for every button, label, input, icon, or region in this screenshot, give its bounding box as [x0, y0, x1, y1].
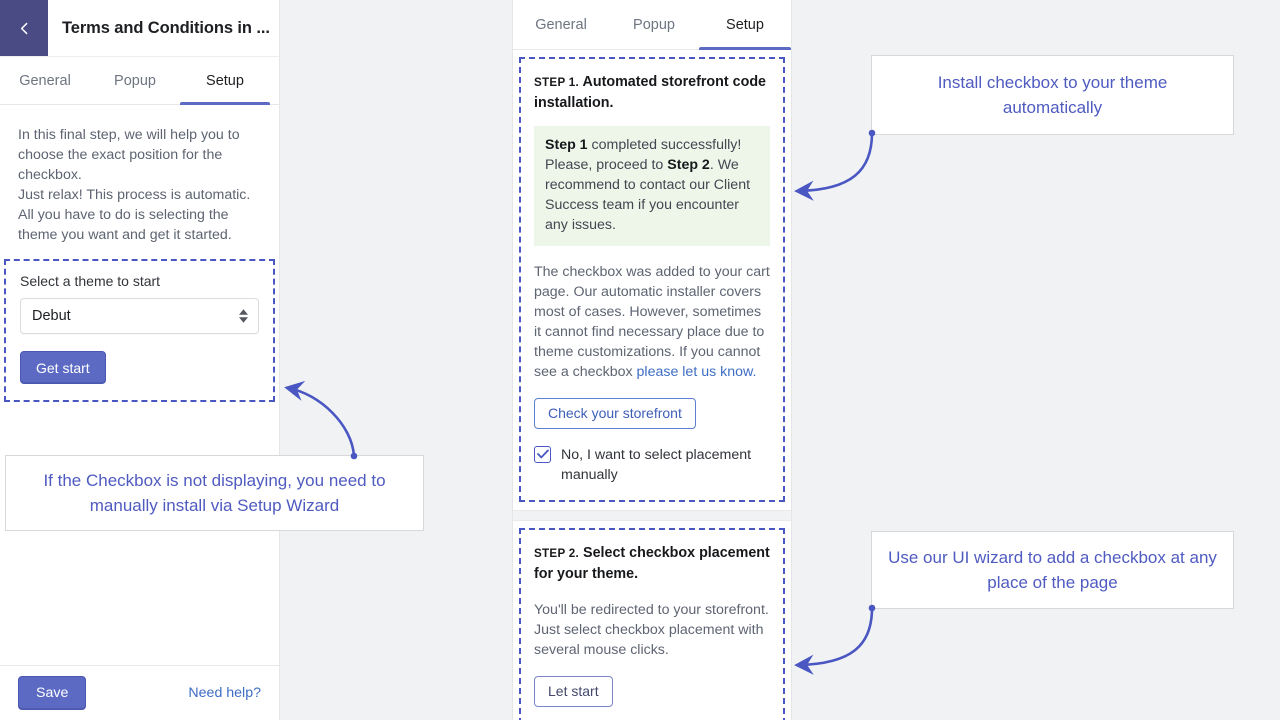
- arrow-bottom-left: [288, 388, 357, 459]
- drawer-titlebar: Terms and Conditions in ...: [0, 0, 279, 57]
- step-2-highlight-outline: STEP 2. Select checkbox placement for yo…: [519, 528, 785, 720]
- tab-general[interactable]: General: [513, 0, 609, 49]
- banner-bold-step-1: Step 1: [545, 137, 588, 153]
- manual-placement-checkbox-row[interactable]: No, I want to select placement manually: [534, 445, 770, 485]
- checkmark-icon: [537, 446, 549, 464]
- tab-setup[interactable]: Setup: [699, 0, 791, 49]
- intro-line: choose the exact position for the: [18, 145, 261, 165]
- tab-popup[interactable]: Popup: [90, 57, 180, 104]
- step-2-card: STEP 2. Select checkbox placement for yo…: [513, 520, 791, 720]
- step-1-heading: STEP 1. Automated storefront code instal…: [534, 72, 770, 113]
- arrow-top-right: [798, 130, 875, 191]
- arrow-mid-right: [798, 605, 875, 665]
- drawer-footer: Save Need help?: [0, 665, 279, 720]
- theme-select-value: Debut: [32, 308, 71, 324]
- intro-line: checkbox.: [18, 165, 261, 185]
- tab-label: Setup: [206, 73, 244, 89]
- tab-label: General: [535, 17, 587, 33]
- let-start-button[interactable]: Let start: [534, 676, 613, 707]
- screenshot-root: Terms and Conditions in ... General Popu…: [0, 0, 1280, 720]
- banner-bold-step-2: Step 2: [667, 157, 710, 173]
- intro-text: In this final step, we will help you to …: [0, 105, 279, 245]
- step-2-heading: STEP 2. Select checkbox placement for yo…: [534, 543, 770, 584]
- intro-line: theme you want and get it started.: [18, 225, 261, 245]
- annotation-callout-mid-right: Use our UI wizard to add a checkbox at a…: [871, 531, 1234, 609]
- check-your-storefront-button[interactable]: Check your storefront: [534, 398, 696, 429]
- drawer-tabs: General Popup Setup: [0, 57, 279, 105]
- checkbox[interactable]: [534, 446, 551, 463]
- intro-line: In this final step, we will help you to: [18, 125, 261, 145]
- wizard-tabs: General Popup Setup: [513, 0, 791, 50]
- step-1-kicker: STEP 1.: [534, 76, 579, 89]
- need-help-link[interactable]: Need help?: [188, 685, 261, 701]
- tab-label: Popup: [633, 17, 675, 33]
- select-spinner-icon: [239, 309, 248, 323]
- annotation-callout-top-right: Install checkbox to your theme automatic…: [871, 55, 1234, 135]
- checkbox-label: No, I want to select placement manually: [561, 445, 770, 485]
- theme-select-label: Select a theme to start: [20, 273, 259, 289]
- save-button[interactable]: Save: [18, 676, 86, 710]
- chevron-left-icon: [16, 20, 33, 37]
- intro-line: Just relax! This process is automatic.: [18, 185, 261, 205]
- step-2-paragraph: You'll be redirected to your storefront.…: [534, 600, 770, 660]
- theme-select[interactable]: Debut: [20, 298, 259, 334]
- annotation-callout-bottom-left: If the Checkbox is not displaying, you n…: [5, 455, 424, 531]
- tab-setup[interactable]: Setup: [180, 57, 270, 104]
- step-1-card: STEP 1. Automated storefront code instal…: [513, 50, 791, 511]
- step-1-paragraph: The checkbox was added to your cart page…: [534, 262, 770, 382]
- step-1-success-banner: Step 1 completed successfully! Please, p…: [534, 126, 770, 246]
- tab-label: Popup: [114, 73, 156, 89]
- step-1-highlight-outline: STEP 1. Automated storefront code instal…: [519, 57, 785, 502]
- theme-selection-section: Select a theme to start Debut Get start: [4, 259, 275, 402]
- tab-label: Setup: [726, 17, 764, 33]
- let-us-know-link[interactable]: please let us know.: [637, 364, 757, 380]
- page-title: Terms and Conditions in ...: [48, 0, 279, 56]
- step-1-paragraph-text: The checkbox was added to your cart page…: [534, 264, 770, 380]
- tab-popup[interactable]: Popup: [609, 0, 699, 49]
- step-2-kicker: STEP 2.: [534, 547, 579, 560]
- tab-general[interactable]: General: [0, 57, 90, 104]
- back-button[interactable]: [0, 0, 48, 56]
- settings-drawer: Terms and Conditions in ... General Popu…: [0, 0, 280, 720]
- get-start-button[interactable]: Get start: [20, 351, 106, 384]
- setup-wizard-panel: General Popup Setup STEP 1. Automated st…: [512, 0, 792, 720]
- drawer-body: In this final step, we will help you to …: [0, 105, 279, 665]
- tab-label: General: [19, 73, 71, 89]
- intro-line: All you have to do is selecting the: [18, 205, 261, 225]
